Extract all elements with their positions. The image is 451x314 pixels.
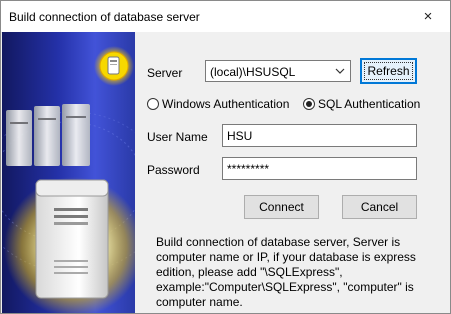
close-icon: × [423, 8, 433, 25]
username-input-value: HSU [227, 129, 253, 143]
connect-button[interactable]: Connect [244, 195, 319, 219]
server-label: Server [147, 66, 183, 80]
windows-auth-radio[interactable] [147, 98, 159, 110]
sql-auth-radio[interactable] [303, 98, 315, 110]
server-illustration [2, 46, 135, 313]
cancel-button[interactable]: Cancel [342, 195, 417, 219]
username-input[interactable]: HSU [222, 124, 417, 147]
password-input-value: ********* [227, 162, 270, 176]
title-bar: Build connection of database server × [1, 1, 450, 33]
username-label: User Name [147, 130, 208, 144]
close-button[interactable]: × [406, 1, 450, 32]
connect-button-label: Connect [259, 200, 304, 214]
help-text: Build connection of database server, Ser… [156, 235, 416, 309]
window-title: Build connection of database server [9, 10, 200, 24]
side-illustration-panel [2, 32, 135, 313]
refresh-button-label: Refresh [367, 64, 410, 78]
password-label: Password [147, 163, 200, 177]
chevron-down-icon [335, 68, 345, 74]
server-select[interactable]: (local)\HSUSQL [205, 60, 351, 82]
sql-auth-label[interactable]: SQL Authentication [318, 97, 420, 111]
refresh-button[interactable]: Refresh [360, 58, 417, 84]
windows-auth-label[interactable]: Windows Authentication [162, 97, 289, 111]
server-select-value: (local)\HSUSQL [210, 65, 296, 79]
password-input[interactable]: ********* [222, 157, 417, 180]
cancel-button-label: Cancel [360, 200, 399, 214]
